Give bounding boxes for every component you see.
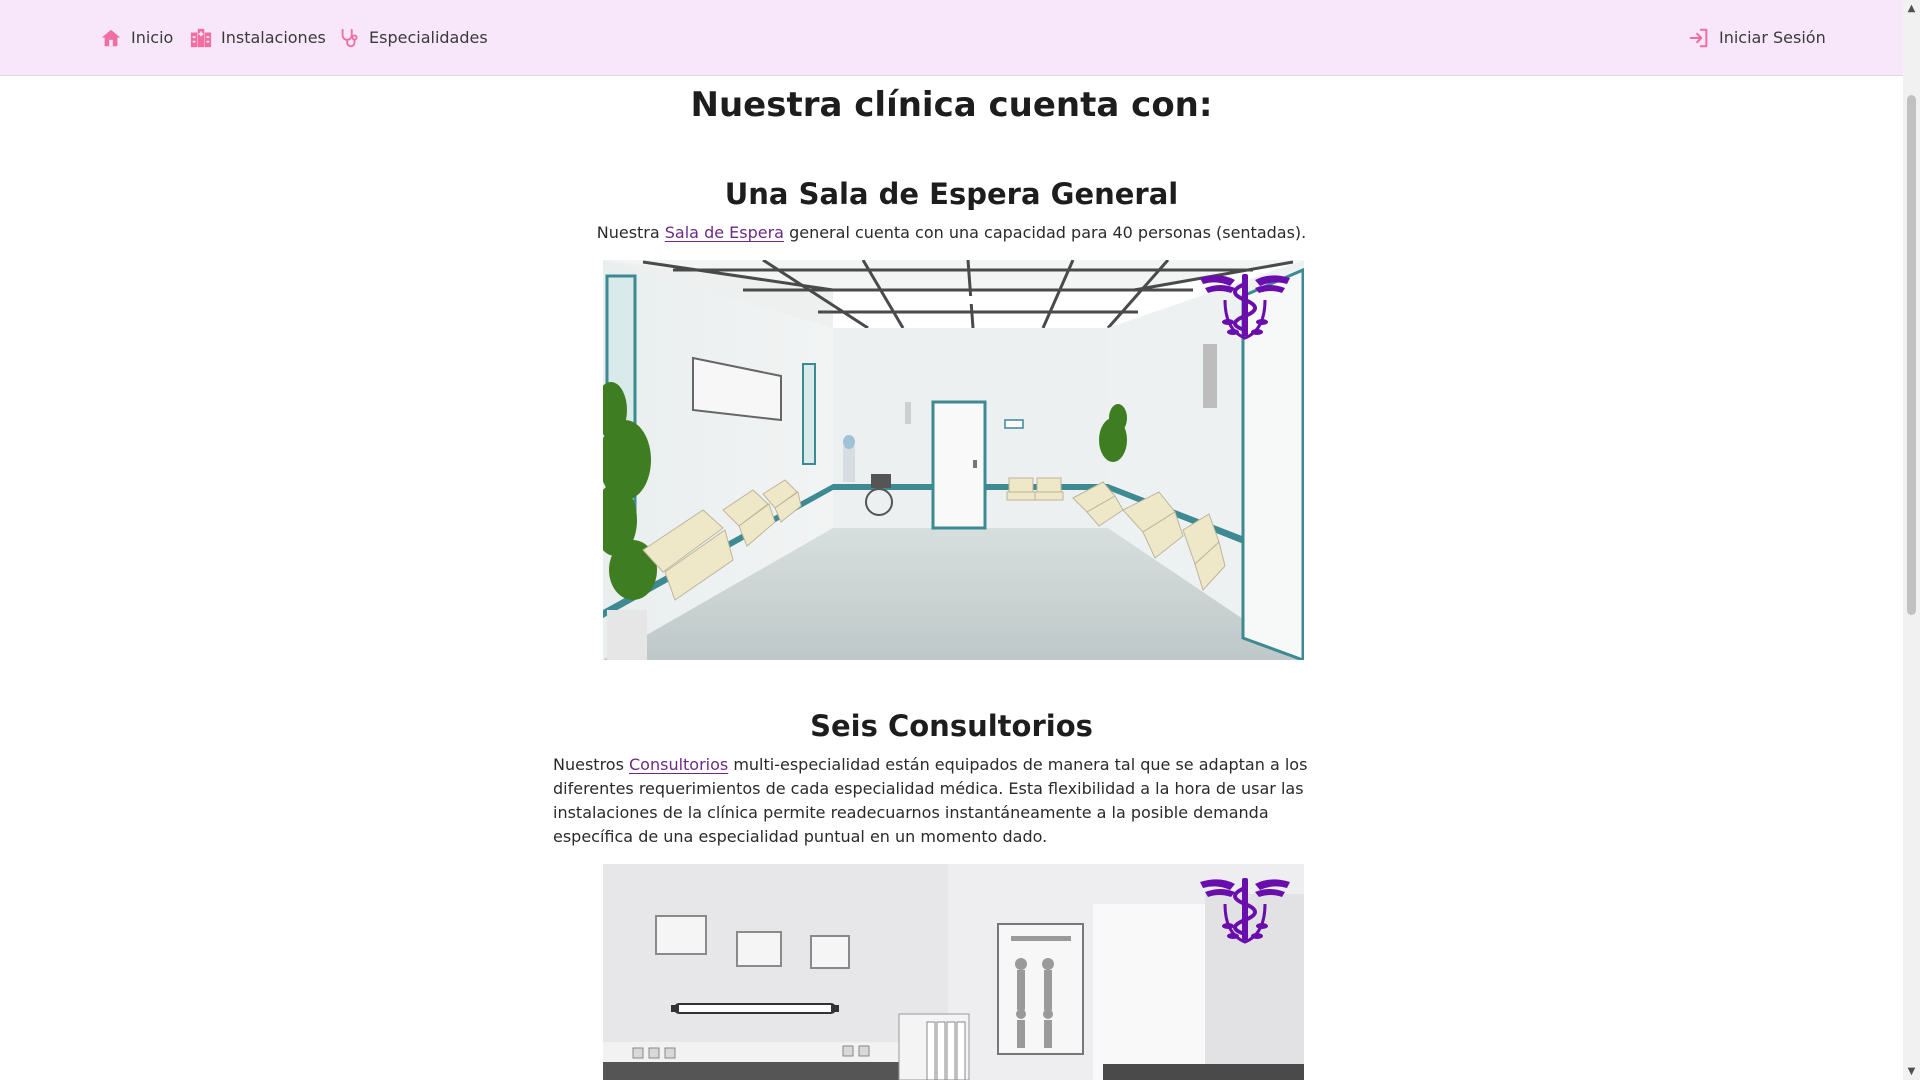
vertical-scrollbar[interactable]: ▲ ▼ — [1903, 0, 1920, 1080]
section-title-consulting-rooms: Seis Consultorios — [810, 709, 1093, 743]
section-title-waiting-room: Una Sala de Espera General — [724, 177, 1179, 211]
stethoscope-icon — [338, 27, 360, 49]
hospital-buildings-icon — [190, 27, 212, 49]
home-icon — [100, 27, 122, 49]
link-consultorios[interactable]: Consultorios — [629, 755, 728, 774]
sign-in-icon — [1688, 27, 1710, 49]
login-label: Iniciar Sesión — [1719, 28, 1826, 47]
text-fragment: Nuestra — [596, 223, 665, 242]
consulting-room-photo — [603, 864, 1304, 1080]
nav-item-inicio[interactable]: Inicio — [100, 0, 173, 75]
text-fragment: general cuenta con una capacidad para 40… — [783, 223, 1307, 242]
nav-item-especialidades[interactable]: Especialidades — [338, 0, 488, 75]
nav-label: Especialidades — [369, 28, 488, 47]
login-button[interactable]: Iniciar Sesión — [1688, 0, 1826, 75]
nav-label: Instalaciones — [221, 28, 326, 47]
section-text-waiting-room: Nuestra Sala de Espera general cuenta co… — [0, 221, 1903, 245]
page-viewport: Inicio Instalaciones Especialidades Inic… — [0, 0, 1903, 1080]
scroll-up-icon[interactable]: ▲ — [1903, 0, 1920, 17]
nav-item-instalaciones[interactable]: Instalaciones — [190, 0, 326, 75]
scroll-thumb[interactable] — [1907, 95, 1916, 615]
scroll-down-icon[interactable]: ▼ — [1903, 1063, 1920, 1080]
page-title: Nuestra clínica cuenta con: — [690, 85, 1213, 125]
waiting-room-photo — [603, 260, 1304, 660]
link-sala-de-espera[interactable]: Sala de Espera — [665, 223, 784, 242]
nav-label: Inicio — [131, 28, 174, 47]
section-text-consulting-rooms: Nuestros Consultorios multi-especialidad… — [553, 753, 1343, 849]
text-fragment: Nuestros — [553, 755, 629, 774]
top-navbar: Inicio Instalaciones Especialidades Inic… — [0, 0, 1903, 76]
